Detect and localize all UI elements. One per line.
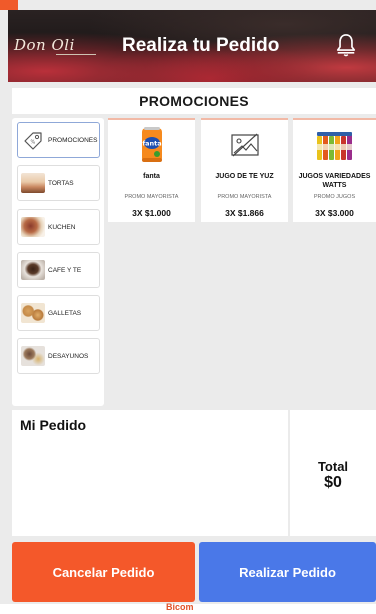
category-label: GALLETAS (48, 309, 82, 317)
category-item-kuchen[interactable]: KUCHEN (17, 209, 100, 245)
product-price: 3X $1.866 (225, 208, 264, 218)
section-title: PROMOCIONES (139, 93, 249, 109)
order-title: Mi Pedido (20, 417, 87, 433)
cancel-order-button[interactable]: Cancelar Pedido (12, 542, 195, 602)
category-label: KUCHEN (48, 223, 76, 231)
product-price: 3X $1.000 (132, 208, 171, 218)
corner-accent (0, 0, 18, 10)
fanta-can-image: fanta (108, 126, 195, 164)
page-title: Realiza tu Pedido (122, 35, 280, 56)
cake-thumbnail (21, 173, 45, 193)
cookies-thumbnail (21, 303, 45, 323)
svg-text:fanta: fanta (142, 140, 161, 148)
juice-bottles-image (293, 126, 376, 164)
category-label: DESAYUNOS (48, 352, 89, 360)
product-type: PROMO MAYORISTA (124, 194, 179, 200)
product-type: PROMO MAYORISTA (217, 194, 272, 200)
bell-icon[interactable] (335, 32, 357, 58)
kuchen-thumbnail (21, 217, 45, 237)
category-label: PROMOCIONES (48, 136, 98, 144)
category-item-cafe-y-te[interactable]: CAFE Y TE (17, 252, 100, 288)
header-banner: Don Oli Realiza tu Pedido (8, 10, 376, 82)
product-name: fanta (143, 173, 160, 180)
coffee-thumbnail (21, 260, 45, 280)
category-item-tortas[interactable]: TORTAS (17, 165, 100, 201)
product-name: JUGO DE TE YUZ (215, 173, 274, 180)
section-title-bar: PROMOCIONES (12, 88, 376, 114)
total-value: $0 (324, 474, 342, 491)
total-panel: Total $0 (290, 410, 376, 536)
category-item-promociones[interactable]: % PROMOCIONES (17, 122, 100, 158)
category-item-galletas[interactable]: GALLETAS (17, 295, 100, 331)
image-placeholder-icon (201, 126, 288, 164)
product-card-jugos-variedades-watts[interactable]: JUGOS VARIEDADES WATTS PROMO JUGOS 3X $3… (293, 118, 376, 222)
brand-logo: Don Oli (14, 36, 75, 54)
svg-text:%: % (31, 140, 36, 146)
product-price: 3X $3.000 (315, 208, 354, 218)
category-label: TORTAS (48, 179, 74, 187)
logo-underline (56, 54, 96, 55)
product-card-fanta[interactable]: fanta fanta PROMO MAYORISTA 3X $1.000 (108, 118, 195, 222)
product-name: JUGOS VARIEDADES WATTS (298, 173, 371, 189)
product-type: PROMO JUGOS (313, 194, 356, 200)
product-card-jugo-de-te-yuz[interactable]: JUGO DE TE YUZ PROMO MAYORISTA 3X $1.866 (201, 118, 288, 222)
footer-brand: Bicom (166, 602, 194, 612)
category-item-desayunos[interactable]: DESAYUNOS (17, 338, 100, 374)
category-label: CAFE Y TE (48, 266, 82, 274)
breakfast-thumbnail (21, 346, 45, 366)
order-panel: Mi Pedido (12, 410, 288, 536)
submit-order-button[interactable]: Realizar Pedido (199, 542, 376, 602)
tag-icon: % (24, 132, 42, 150)
category-sidebar: % PROMOCIONES TORTAS KUCHEN CAFE Y TE GA… (12, 118, 104, 406)
app-root: Don Oli Realiza tu Pedido PROMOCIONES % … (0, 0, 376, 614)
total-label: Total (317, 459, 349, 474)
